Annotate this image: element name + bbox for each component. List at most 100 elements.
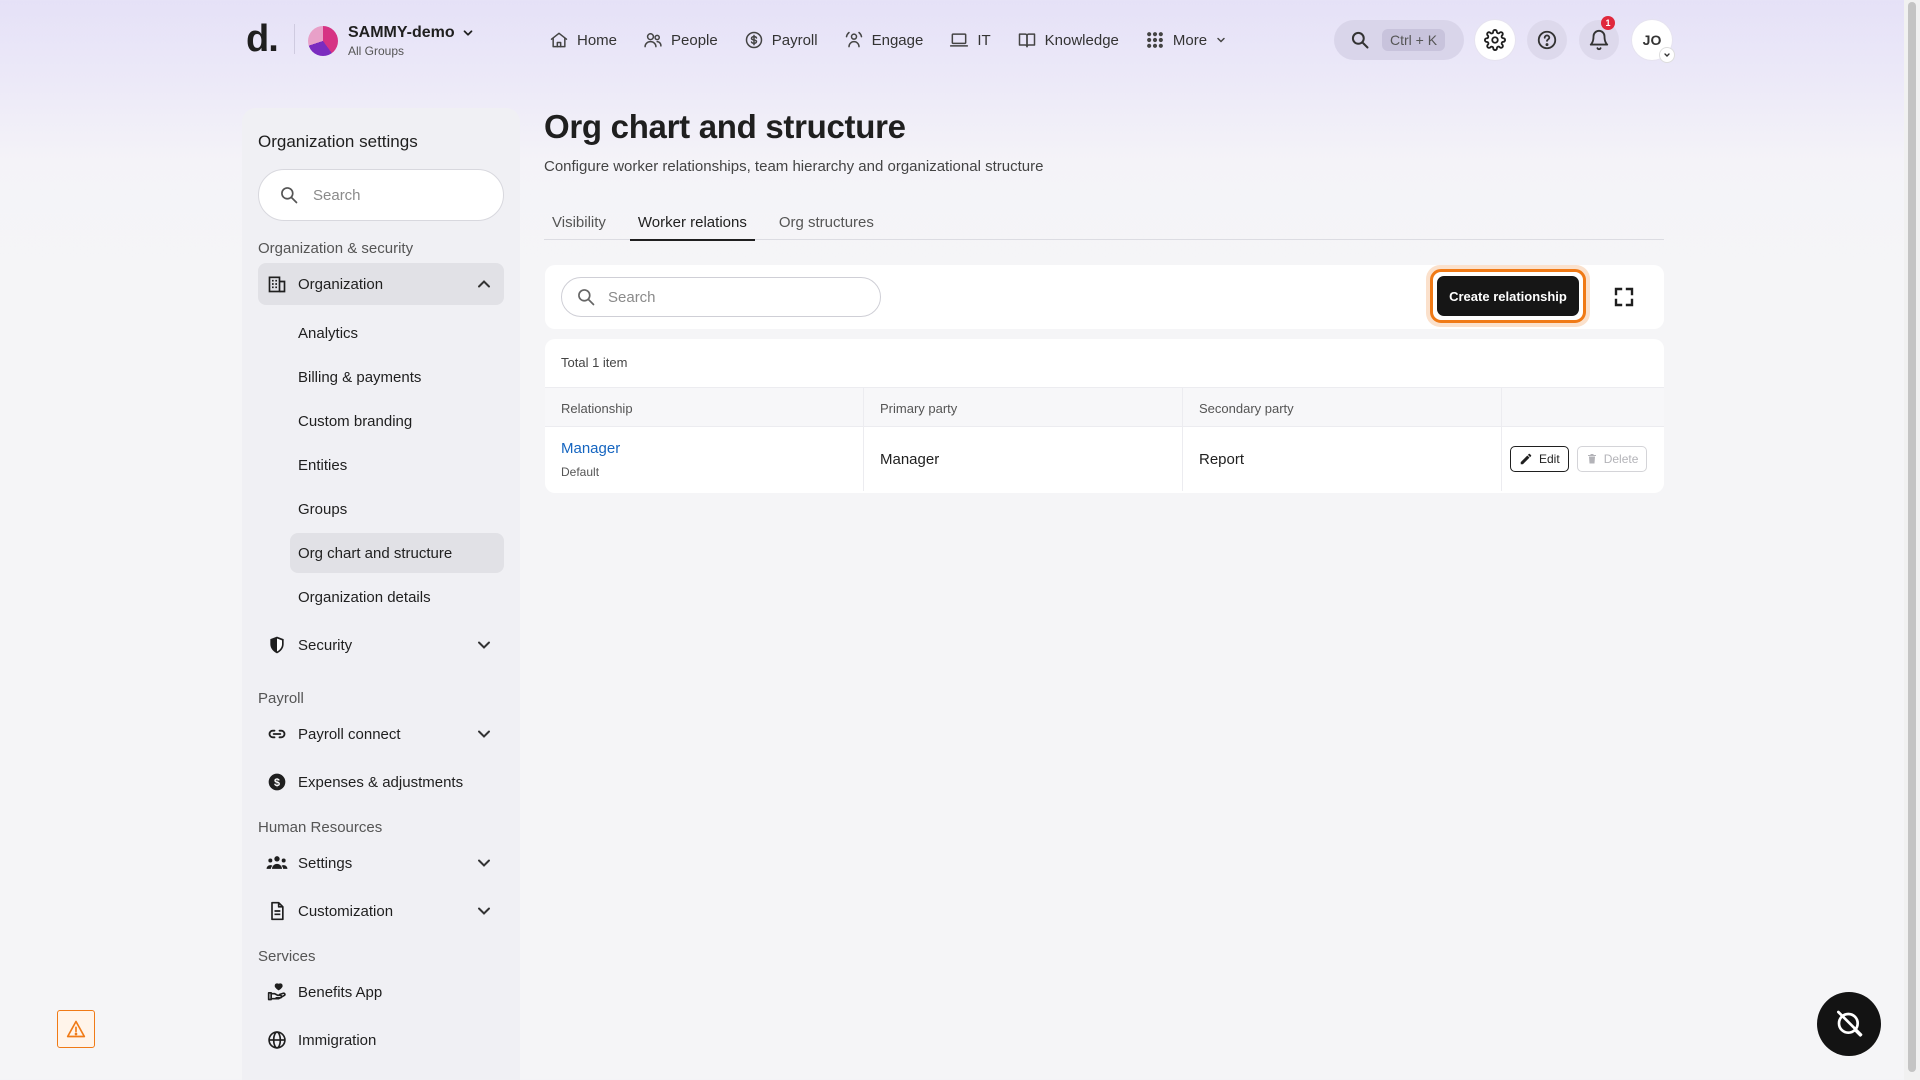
chevron-down-icon [463,30,473,36]
table-header: Relationship Primary party Secondary par… [545,387,1664,428]
tab-bar: Visibility Worker relations Org structur… [544,204,1664,241]
home-icon [550,32,568,48]
relationship-link[interactable]: Manager [561,440,620,457]
primary-party-cell: Manager [864,427,1183,491]
dollar-icon: $ [266,771,288,793]
edit-button[interactable]: Edit [1510,446,1569,472]
shield-icon [266,634,288,656]
column-header-primary: Primary party [864,388,1183,428]
help-button[interactable] [1527,20,1567,60]
org-avatar [308,26,338,56]
search-shortcut: Ctrl + K [1382,29,1446,51]
scrollbar-thumb[interactable] [1908,2,1916,1072]
sidebar-item-analytics[interactable]: Analytics [290,313,504,353]
page-subtitle: Configure worker relationships, team hie… [544,158,1044,175]
chevron-down-icon [1217,37,1225,43]
gear-icon [1484,29,1506,51]
create-relationship-button[interactable]: Create relationship [1437,276,1579,316]
chevron-down-icon [478,641,490,649]
team-icon [266,852,288,874]
pencil-icon [1520,453,1532,465]
settings-button[interactable] [1475,20,1515,60]
engage-icon [845,31,862,48]
sidebar-item-org-details[interactable]: Organization details [290,577,504,617]
building-icon [266,273,288,295]
book-icon [1018,33,1035,48]
column-header-actions [1502,388,1664,428]
app-logo[interactable]: d. [246,18,279,61]
sidebar-group-immigration[interactable]: Immigration [258,1019,504,1061]
nav-more-label: More [1172,31,1208,49]
document-icon [266,900,288,922]
global-search-button[interactable]: Ctrl + K [1334,20,1464,60]
nav-payroll[interactable]: Payroll [731,24,831,56]
focus-ring: Create relationship [1430,269,1586,323]
table-toolbar: Search Create relationship [545,265,1664,329]
sidebar-item-billing[interactable]: Billing & payments [290,357,504,397]
relationship-tag: Default [561,464,600,479]
section-org-security: Organization & security [258,240,414,257]
sidebar-group-payroll-connect[interactable]: Payroll connect [258,713,504,755]
section-payroll: Payroll [258,690,304,707]
globe-icon [266,1029,288,1051]
nav-engage-label: Engage [871,31,924,49]
page-title: Org chart and structure [544,108,906,145]
org-group-label: All Groups [348,44,405,58]
nav-it-label: IT [977,31,991,49]
tab-org-structures[interactable]: Org structures [771,204,882,240]
nav-home-label: Home [577,31,618,49]
nav-knowledge-label: Knowledge [1044,31,1119,49]
relationship-cell: Manager Default [545,427,864,491]
warning-button[interactable] [57,1010,95,1048]
nav-people[interactable]: People [630,24,731,56]
logo-divider [294,24,295,54]
sidebar-group-security[interactable]: Security [258,624,504,666]
nav-knowledge[interactable]: Knowledge [1004,24,1132,56]
chat-off-icon [1837,1010,1863,1037]
delete-button[interactable]: Delete [1576,446,1648,472]
sidebar-item-groups[interactable]: Groups [290,489,504,529]
table-row: Manager Default Manager Report Edit Dele… [545,427,1664,491]
sidebar-group-organization[interactable]: Organization [258,263,504,305]
laptop-icon [950,33,969,47]
bell-icon [1589,30,1609,51]
sidebar-group-customization[interactable]: Customization [258,890,504,932]
main-nav: Home People Payroll Engage IT Knowledge … [536,24,1240,56]
chevron-up-icon [478,280,490,288]
tab-worker-relations[interactable]: Worker relations [629,204,755,241]
sidebar-item-custom-branding[interactable]: Custom branding [290,401,504,441]
search-icon [281,187,298,204]
search-placeholder: Search [608,288,656,306]
tab-visibility[interactable]: Visibility [544,204,614,240]
nav-engage[interactable]: Engage [831,24,937,56]
org-switcher[interactable]: SAMMY-demo All Groups [308,22,475,60]
total-count: Total 1 item [561,355,628,370]
sidebar-group-settings[interactable]: Settings [258,842,504,884]
sidebar-item-org-chart[interactable]: Org chart and structure [290,533,504,573]
notifications-button[interactable]: 1 [1579,16,1619,60]
sidebar-group-expenses[interactable]: $ Expenses & adjustments [258,761,504,803]
relationships-table: Total 1 item Relationship Primary party … [545,339,1664,493]
nav-more[interactable]: More [1132,24,1240,56]
nav-home[interactable]: Home [536,24,630,56]
nav-it[interactable]: IT [936,24,1003,56]
top-bar: d. SAMMY-demo All Groups Home People Pay… [0,0,1904,80]
relationship-search-input[interactable]: Search [561,277,881,317]
sidebar-item-entities[interactable]: Entities [290,445,504,485]
sidebar-group-label: Customization [298,902,394,920]
chevron-down-icon [478,730,490,738]
chevron-down-icon [478,859,490,867]
page-scrollbar[interactable] [1904,0,1920,1080]
assistant-fab[interactable] [1817,992,1881,1056]
sidebar-group-benefits[interactable]: Benefits App [258,971,504,1013]
section-services: Services [258,948,316,965]
user-menu-button[interactable]: JO [1632,20,1674,62]
fullscreen-icon[interactable] [1612,285,1636,309]
chevron-down-icon [478,907,490,915]
sidebar-search-input[interactable]: Search [258,169,504,221]
sidebar-group-label: Immigration [298,1031,377,1049]
sidebar-group-label: Expenses & adjustments [298,773,464,791]
chevron-down-icon [1660,48,1674,62]
link-icon [266,723,288,745]
nav-people-label: People [671,31,718,49]
